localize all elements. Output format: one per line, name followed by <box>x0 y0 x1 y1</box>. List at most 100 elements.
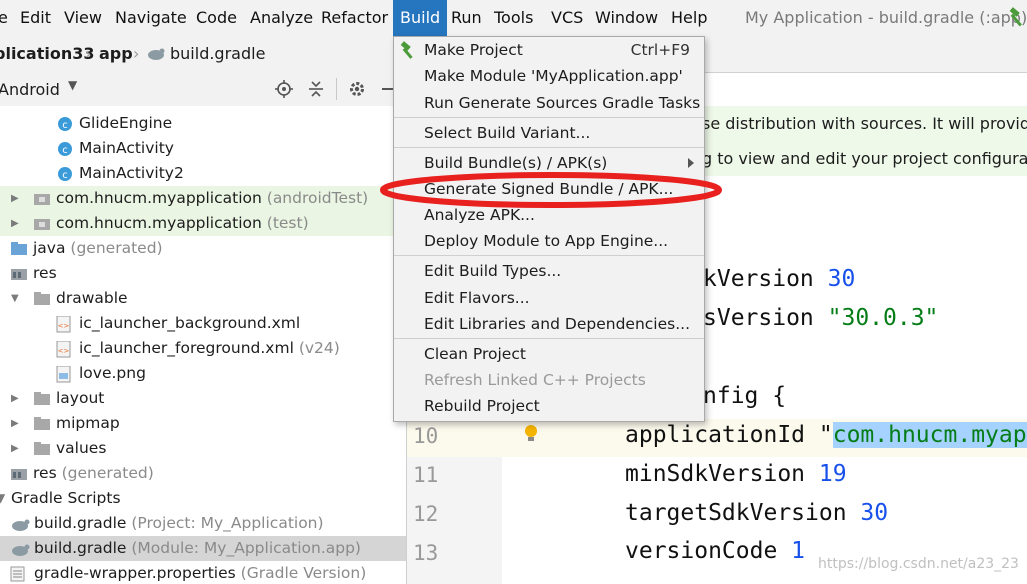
expand-arrow-icon[interactable]: ▶ <box>11 436 19 461</box>
tree-row[interactable]: <> ic_launcher_foreground.xml (v24) <box>0 336 406 361</box>
submenu-arrow-icon <box>688 158 694 168</box>
breadcrumb-separator-icon: › <box>85 44 92 63</box>
shortcut-label: Ctrl+F9 <box>630 41 690 59</box>
source-folder-icon <box>11 242 27 255</box>
menu-vcs[interactable]: VCS <box>551 8 583 27</box>
folder-icon <box>34 417 50 430</box>
class-icon: c <box>58 142 72 156</box>
package-icon <box>34 219 50 230</box>
menu-refactor[interactable]: Refactor <box>321 8 388 27</box>
menu-item-rebuild-project[interactable]: Rebuild Project <box>394 393 704 419</box>
res-folder-icon <box>11 269 27 280</box>
menu-window[interactable]: Window <box>595 8 658 27</box>
expand-arrow-icon[interactable]: ▶ <box>11 211 19 236</box>
menu-view[interactable]: View <box>64 8 102 27</box>
tree-row[interactable]: ▶ layout <box>0 386 406 411</box>
tree-row-selected[interactable]: build.gradle (Module: My_Application.app… <box>0 536 406 561</box>
build-menu-dropdown: Make Project Ctrl+F9 Make Module 'MyAppl… <box>393 36 705 422</box>
svg-text:<>: <> <box>58 322 70 330</box>
chevron-down-icon[interactable]: ▼ <box>68 78 77 92</box>
menu-tools[interactable]: Tools <box>494 8 533 27</box>
folder-icon <box>34 292 50 305</box>
tree-row[interactable]: ▶ values <box>0 436 406 461</box>
project-toolbar: Android ▼ <box>0 72 406 107</box>
window-title: My Application - build.gradle (:app) - <box>745 8 1027 27</box>
menu-item-select-build-variant[interactable]: Select Build Variant... <box>394 120 704 146</box>
tree-row[interactable]: java (generated) <box>0 236 406 261</box>
image-file-icon <box>56 366 71 383</box>
tree-row[interactable]: ▶ com.hnucm.myapplication (androidTest) <box>0 186 406 211</box>
class-icon: c <box>58 117 72 131</box>
menu-separator <box>394 338 704 339</box>
breadcrumb-file[interactable]: build.gradle <box>170 44 265 63</box>
gradle-icon <box>12 544 30 556</box>
menu-edit[interactable]: Edit <box>20 8 51 27</box>
menu-item-run-generate-sources[interactable]: Run Generate Sources Gradle Tasks <box>394 90 704 116</box>
collapse-all-icon[interactable] <box>307 80 325 98</box>
line-number: 13 <box>413 541 439 565</box>
tree-row[interactable]: gradle-wrapper.properties (Gradle Versio… <box>0 561 406 584</box>
line-number: 12 <box>413 502 439 526</box>
xml-file-icon: <> <box>56 341 71 358</box>
menu-item-make-project[interactable]: Make Project Ctrl+F9 <box>394 37 704 63</box>
tree-row[interactable]: c MainActivity2 <box>0 161 406 186</box>
menu-separator <box>394 147 704 148</box>
tree-row[interactable]: c GlideEngine <box>0 111 406 136</box>
menu-item-edit-flavors[interactable]: Edit Flavors... <box>394 285 704 311</box>
code-line: minSdkVersion 19 <box>625 461 847 487</box>
expand-arrow-icon[interactable]: ▶ <box>11 411 19 436</box>
tree-row[interactable]: ▼ Gradle Scripts <box>0 486 406 511</box>
tree-row[interactable]: build.gradle (Project: My_Application) <box>0 511 406 536</box>
code-line: sVersion "30.0.3" <box>703 305 939 331</box>
gradle-icon <box>148 48 165 60</box>
menu-item-edit-libraries[interactable]: Edit Libraries and Dependencies... <box>394 311 704 337</box>
menu-code[interactable]: Code <box>196 8 237 27</box>
menu-navigate[interactable]: Navigate <box>115 8 187 27</box>
folder-icon <box>34 442 50 455</box>
collapse-arrow-icon[interactable]: ▼ <box>0 486 5 511</box>
collapse-arrow-icon[interactable]: ▼ <box>11 286 19 311</box>
tree-row[interactable]: res <box>0 261 406 286</box>
package-icon <box>34 194 50 205</box>
menu-separator <box>394 117 704 118</box>
expand-arrow-icon[interactable]: ▶ <box>11 186 19 211</box>
code-line: versionCode 1 <box>625 538 806 564</box>
locate-icon[interactable] <box>275 80 293 98</box>
breadcrumb-separator-icon: › <box>133 44 140 63</box>
project-view-selector[interactable]: Android <box>0 80 60 99</box>
gear-icon[interactable] <box>348 80 366 98</box>
tree-row[interactable]: c MainActivity <box>0 136 406 161</box>
menu-build[interactable]: Build <box>393 0 448 36</box>
expand-arrow-icon[interactable]: ▶ <box>11 386 19 411</box>
tree-row[interactable]: ▼ drawable <box>0 286 406 311</box>
notice-text: g to view and edit your project configur… <box>702 149 1027 168</box>
menu-item-deploy-module[interactable]: Deploy Module to App Engine... <box>394 228 704 254</box>
highlight-ellipse <box>380 172 722 208</box>
menu-run[interactable]: Run <box>451 8 482 27</box>
code-line: applicationId "com.hnucm.myap <box>625 422 1027 448</box>
hammer-icon[interactable] <box>1008 7 1026 29</box>
line-number: 11 <box>413 463 439 487</box>
menu-item-edit-build-types[interactable]: Edit Build Types... <box>394 258 704 284</box>
menu-separator <box>394 255 704 256</box>
code-line: nfig { <box>703 383 787 409</box>
lightbulb-icon[interactable] <box>523 423 539 445</box>
menu-analyze[interactable]: Analyze <box>250 8 313 27</box>
menu-item-make-module[interactable]: Make Module 'MyApplication.app' <box>394 63 704 89</box>
code-line: kVersion 30 <box>703 266 856 292</box>
menu-file[interactable]: e <box>0 8 8 27</box>
tree-row[interactable]: love.png <box>0 361 406 386</box>
xml-file-icon: <> <box>56 316 71 333</box>
breadcrumb-project[interactable]: plication33 <box>0 44 94 63</box>
menu-help[interactable]: Help <box>671 8 707 27</box>
breadcrumb-module[interactable]: app <box>99 44 133 63</box>
hammer-icon <box>400 41 413 59</box>
tree-row[interactable]: res (generated) <box>0 461 406 486</box>
menu-item-clean-project[interactable]: Clean Project <box>394 341 704 367</box>
watermark: https://blog.csdn.net/a23_23 <box>818 556 1019 572</box>
tree-row[interactable]: ▶ com.hnucm.myapplication (test) <box>0 211 406 236</box>
svg-text:c: c <box>62 120 68 131</box>
tree-row[interactable]: <> ic_launcher_background.xml <box>0 311 406 336</box>
code-line: targetSdkVersion 30 <box>625 500 889 526</box>
tree-row[interactable]: ▶ mipmap <box>0 411 406 436</box>
